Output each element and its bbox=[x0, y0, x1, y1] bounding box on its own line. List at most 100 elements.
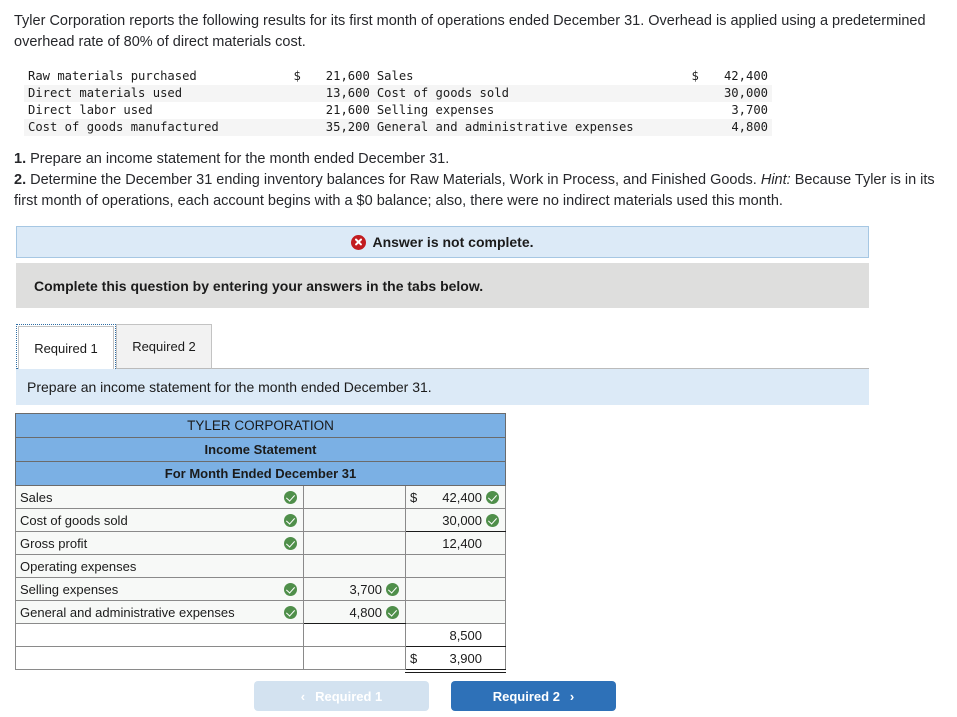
given-data-row: Raw materials purchased $21,600 Sales $42,4… bbox=[24, 68, 772, 85]
is-right-currency: $ bbox=[410, 650, 418, 666]
income-statement-row: Gross profit 12,400 bbox=[15, 531, 507, 555]
is-row-right-cell[interactable]: 30,000 bbox=[404, 508, 507, 532]
is-label-mark-slot bbox=[282, 582, 299, 596]
is-row-right-cell[interactable]: 12,400 bbox=[404, 531, 507, 555]
footer-navigation: ‹ Required 1 Required 2 › bbox=[254, 681, 616, 711]
is-right-value: 42,400 bbox=[442, 489, 483, 505]
correct-check-icon bbox=[386, 582, 399, 596]
income-statement-header-row: For Month Ended December 31 bbox=[14, 461, 507, 486]
is-row-middle-cell[interactable] bbox=[303, 554, 406, 578]
is-row-label-cell[interactable] bbox=[15, 623, 304, 647]
tab-required-2-label: Required 2 bbox=[132, 339, 196, 354]
requirement-1-text: Prepare an income statement for the mont… bbox=[26, 151, 450, 167]
next-required-2-label: Required 2 bbox=[492, 688, 560, 704]
is-row-middle-cell[interactable] bbox=[303, 623, 406, 647]
is-row-label-cell[interactable]: Gross profit bbox=[15, 531, 304, 555]
is-right-value: 3,900 bbox=[449, 650, 483, 666]
correct-check-icon bbox=[486, 513, 500, 527]
given-left-currency bbox=[293, 102, 312, 119]
is-row-middle-cell[interactable] bbox=[303, 485, 406, 509]
answer-status-text: Answer is not complete. bbox=[372, 234, 534, 250]
income-statement-header-row: TYLER CORPORATION bbox=[14, 413, 507, 438]
is-row-right-cell[interactable]: $42,400 bbox=[404, 485, 507, 509]
given-left-amount: 13,600 bbox=[311, 85, 370, 102]
task-prompt-bar: Prepare an income statement for the mont… bbox=[16, 369, 869, 405]
tab-required-1[interactable]: Required 1 bbox=[16, 324, 116, 369]
is-label-mark-slot bbox=[282, 513, 299, 527]
income-statement-row: $3,900 bbox=[15, 646, 507, 674]
next-required-2-button[interactable]: Required 2 › bbox=[451, 681, 616, 711]
is-row-label-cell[interactable]: Selling expenses bbox=[15, 577, 304, 601]
instruction-bar: Complete this question by entering your … bbox=[16, 263, 869, 308]
instruction-bar-text: Complete this question by entering your … bbox=[34, 277, 484, 294]
task-prompt-text: Prepare an income statement for the mont… bbox=[27, 379, 432, 395]
given-right-label: Selling expenses bbox=[369, 102, 692, 119]
given-right-amount: 4,800 bbox=[709, 119, 772, 136]
is-middle-mark-slot bbox=[384, 582, 401, 596]
income-statement-table[interactable]: TYLER CORPORATION Income Statement For Mon… bbox=[14, 413, 507, 674]
requirement-2-number: 2. bbox=[14, 172, 27, 188]
prev-required-1-button[interactable]: ‹ Required 1 bbox=[254, 681, 429, 711]
given-right-amount: 30,000 bbox=[709, 85, 772, 102]
is-row-right-cell[interactable]: $3,900 bbox=[404, 646, 507, 674]
is-row-middle-cell[interactable]: 4,800 bbox=[303, 600, 406, 624]
is-row-label-cell[interactable]: Operating expenses bbox=[15, 554, 304, 578]
given-right-label: General and administrative expenses bbox=[369, 119, 692, 136]
given-left-currency bbox=[293, 85, 312, 102]
is-middle-mark-slot bbox=[384, 605, 401, 619]
is-row-right-cell[interactable] bbox=[404, 600, 507, 624]
is-right-mark-slot bbox=[484, 490, 501, 504]
is-row-label-cell[interactable]: Cost of goods sold bbox=[15, 508, 304, 532]
requirements-list: 1. Prepare an income statement for the m… bbox=[14, 149, 954, 212]
correct-check-icon bbox=[284, 513, 297, 527]
given-left-label: Direct materials used bbox=[24, 85, 294, 102]
is-label-mark-slot bbox=[282, 536, 299, 550]
is-row-label: Selling expenses bbox=[20, 581, 119, 597]
given-right-amount: 42,400 bbox=[709, 68, 772, 85]
is-row-label-cell[interactable] bbox=[15, 646, 304, 670]
given-left-currency bbox=[293, 119, 312, 136]
correct-check-icon bbox=[284, 490, 297, 504]
is-row-label: General and administrative expenses bbox=[20, 604, 235, 620]
given-data-row: Direct materials used 13,600 Cost of goods… bbox=[24, 85, 772, 102]
is-row-label: Operating expenses bbox=[20, 558, 137, 574]
given-left-currency: $ bbox=[293, 68, 312, 85]
chevron-left-icon: ‹ bbox=[300, 688, 306, 704]
given-right-label: Cost of goods sold bbox=[369, 85, 692, 102]
is-middle-value: 4,800 bbox=[349, 604, 382, 620]
correct-check-icon bbox=[284, 536, 297, 550]
is-row-label: Sales bbox=[20, 489, 53, 505]
tab-required-1-label: Required 1 bbox=[34, 340, 98, 356]
tab-strip: Required 1 Required 2 bbox=[16, 324, 869, 369]
is-row-right-cell[interactable] bbox=[404, 554, 507, 578]
requirement-2: 2. Determine the December 31 ending inve… bbox=[14, 170, 954, 212]
question-intro-paragraph: Tyler Corporation reports the following … bbox=[14, 13, 926, 50]
is-row-right-cell[interactable] bbox=[404, 577, 507, 601]
tab-required-2[interactable]: Required 2 bbox=[116, 324, 212, 369]
income-statement-row: Sales $42,400 bbox=[15, 485, 507, 509]
is-row-middle-cell[interactable]: 3,700 bbox=[303, 577, 406, 601]
income-statement-row: Selling expenses 3,700 bbox=[15, 577, 507, 601]
is-row-label-cell[interactable]: General and administrative expenses bbox=[15, 600, 304, 624]
given-right-amount: 3,700 bbox=[709, 102, 772, 119]
is-row-label: Gross profit bbox=[20, 535, 88, 551]
given-left-amount: 21,600 bbox=[311, 68, 370, 85]
given-data-row: Direct labor used 21,600 Selling expenses 3… bbox=[24, 102, 772, 119]
question-page: Tyler Corporation reports the following … bbox=[0, 0, 957, 717]
is-row-middle-cell[interactable] bbox=[303, 508, 406, 532]
is-label-mark-slot bbox=[282, 605, 299, 619]
is-row-middle-cell[interactable] bbox=[303, 531, 406, 555]
is-row-right-cell[interactable]: 8,500 bbox=[404, 623, 507, 647]
given-right-currency: $ bbox=[691, 68, 710, 85]
given-right-currency bbox=[691, 119, 710, 136]
given-data-row: Cost of goods manufactured 35,200 General … bbox=[24, 119, 772, 136]
error-x-icon bbox=[351, 234, 367, 250]
requirement-2-hint-label: Hint: bbox=[760, 172, 791, 188]
prev-required-1-label: Required 1 bbox=[315, 688, 383, 704]
is-row-label-cell[interactable]: Sales bbox=[15, 485, 304, 509]
given-left-amount: 35,200 bbox=[311, 119, 370, 136]
tab-required-1-inner: Required 1 bbox=[18, 326, 114, 369]
requirement-1: 1. Prepare an income statement for the m… bbox=[14, 149, 954, 170]
given-right-currency bbox=[691, 102, 710, 119]
is-row-middle-cell[interactable] bbox=[303, 646, 406, 670]
